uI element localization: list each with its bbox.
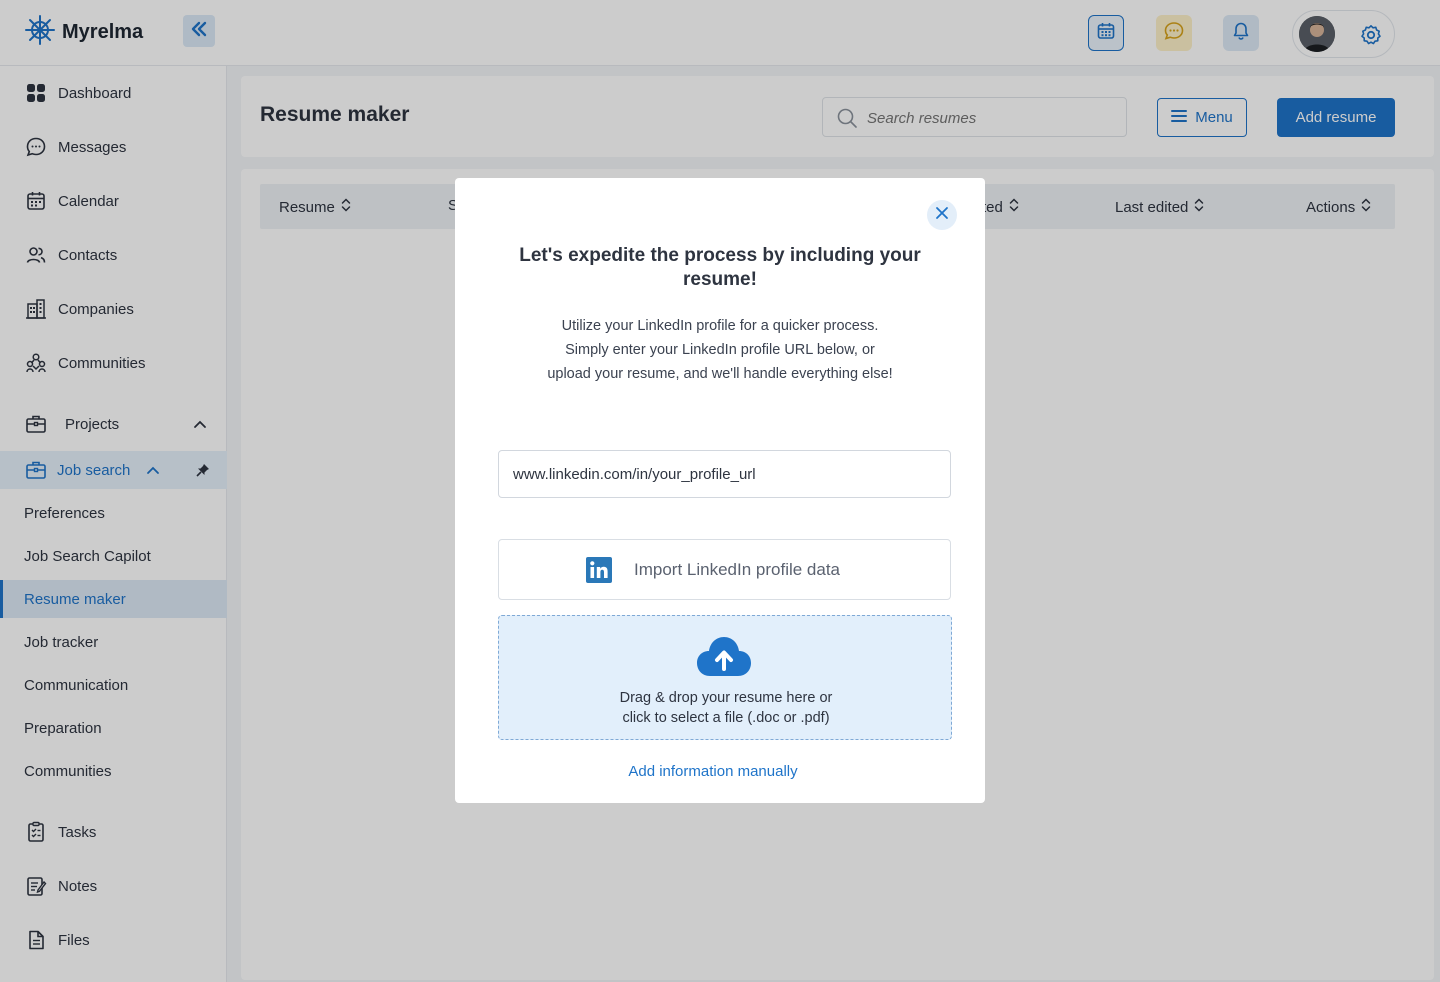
resume-dropzone[interactable]: Drag & drop your resume here or click to…	[498, 615, 952, 740]
cloud-upload-icon	[696, 636, 752, 683]
linkedin-icon	[586, 557, 612, 583]
linkedin-url-input[interactable]	[498, 450, 951, 498]
close-icon	[935, 206, 949, 225]
dropzone-text-line1: Drag & drop your resume here or	[619, 690, 833, 706]
close-button[interactable]	[927, 200, 957, 230]
dropzone-text-line2: click to select a file (.doc or .pdf)	[622, 710, 830, 726]
import-resume-modal: Let's expedite the process by including …	[455, 178, 985, 803]
import-linkedin-button[interactable]: Import LinkedIn profile data	[498, 539, 951, 600]
import-linkedin-label: Import LinkedIn profile data	[634, 560, 841, 579]
add-manually-link[interactable]: Add information manually	[455, 763, 971, 780]
modal-title: Let's expedite the process by including …	[519, 245, 921, 290]
modal-description: Utilize your LinkedIn profile for a quic…	[547, 318, 893, 382]
